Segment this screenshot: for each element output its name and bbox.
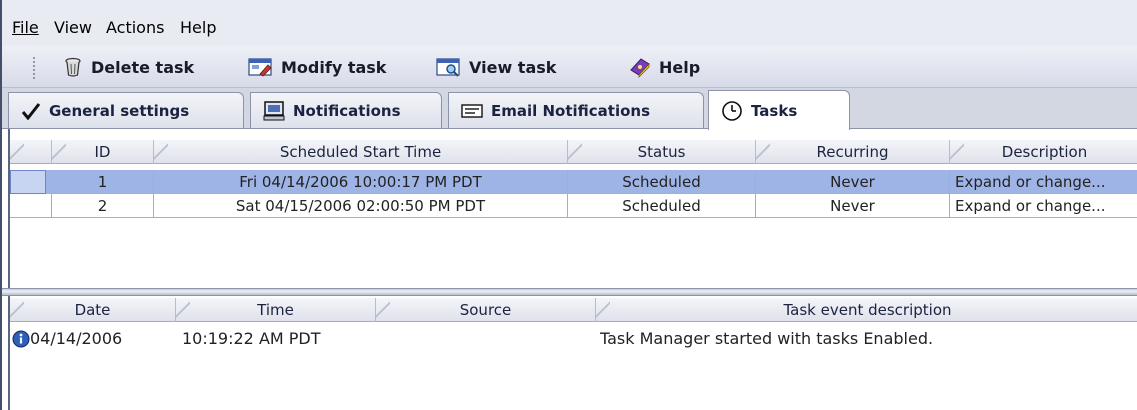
task-recurring-cell: Never [756,194,950,218]
tab-email-notifications[interactable]: Email Notifications [448,92,704,128]
toolbar: Delete task Modify task View task Help [2,46,1137,88]
view-task-label: View task [469,57,557,77]
row-selector[interactable] [10,170,46,194]
task-id-cell: 2 [52,194,154,218]
help-button[interactable]: Help [628,54,700,80]
tab-notifications-label: Notifications [293,101,401,120]
tab-email-notifications-label: Email Notifications [491,101,651,120]
task-start-cell: Sat 04/15/2006 02:00:50 PM PDT [154,194,568,218]
events-table: Date Time Source Task event description … [10,298,1137,410]
tab-tasks[interactable]: Tasks [708,90,850,130]
tasks-table: ID Scheduled Start Time Status Recurring… [10,140,1137,286]
split-pane-divider[interactable] [2,288,1137,296]
info-icon [12,330,30,348]
menu-view[interactable]: View [54,18,92,37]
trash-icon [65,57,81,77]
menu-actions[interactable]: Actions [106,18,164,37]
task-start-cell: Fri 04/14/2006 10:00:17 PM PDT [154,170,568,194]
checkmark-icon [21,102,41,120]
delete-task-button[interactable]: Delete task [62,54,194,80]
task-description-cell[interactable]: Expand or change... [950,170,1137,194]
tab-tasks-label: Tasks [751,101,798,120]
menu-help[interactable]: Help [180,18,216,37]
tasks-col-start-header[interactable]: Scheduled Start Time [154,140,568,164]
modify-window-icon [248,58,272,77]
table-row[interactable]: 1 Fri 04/14/2006 10:00:17 PM PDT Schedul… [10,170,1137,194]
modify-task-label: Modify task [281,57,387,77]
view-window-icon [436,58,460,77]
task-status-cell: Scheduled [568,194,756,218]
table-row[interactable]: 2 Sat 04/15/2006 02:00:50 PM PDT Schedul… [10,194,1137,218]
monitor-icon [263,100,285,120]
toolbar-grip[interactable] [32,56,37,80]
help-book-icon [630,58,650,78]
events-col-source-header[interactable]: Source [376,298,596,322]
tasks-col-status-header[interactable]: Status [568,140,756,164]
help-label: Help [659,57,701,77]
task-recurring-cell: Never [756,170,950,194]
task-manager-window: File View Actions Help Delete task Modif… [0,0,1137,410]
tasks-col-select-header[interactable] [10,140,52,164]
task-status-cell: Scheduled [568,170,756,194]
tab-strip: General settings Notifications Email Not… [2,88,1137,130]
event-time-cell: 10:19:22 AM PDT [182,329,321,348]
events-table-header: Date Time Source Task event description [10,298,1137,322]
task-id-cell: 1 [52,170,154,194]
delete-task-label: Delete task [91,57,195,77]
row-selector[interactable] [10,194,52,218]
tasks-col-id-header[interactable]: ID [52,140,154,164]
events-col-description-header[interactable]: Task event description [596,298,1137,322]
view-task-button[interactable]: View task [436,54,556,80]
tasks-table-header: ID Scheduled Start Time Status Recurring… [10,140,1137,164]
envelope-icon [461,103,483,118]
menu-file[interactable]: File [12,18,39,37]
events-col-time-header[interactable]: Time [176,298,376,322]
task-description-cell[interactable]: Expand or change... [950,194,1137,218]
tab-general-settings[interactable]: General settings [8,92,244,128]
tab-general-settings-label: General settings [49,101,190,120]
events-col-date-header[interactable]: Date [10,298,176,322]
menu-bar: File View Actions Help [2,0,1137,46]
clock-icon [722,100,742,121]
tasks-col-recurring-header[interactable]: Recurring [756,140,950,164]
event-description-cell: Task Manager started with tasks Enabled. [600,329,934,348]
tab-notifications[interactable]: Notifications [250,92,442,128]
event-date-cell: 04/14/2006 [30,329,123,348]
table-row[interactable]: 04/14/2006 10:19:22 AM PDT Task Manager … [10,326,1137,352]
modify-task-button[interactable]: Modify task [248,54,386,80]
tasks-col-description-header[interactable]: Description [950,140,1137,164]
